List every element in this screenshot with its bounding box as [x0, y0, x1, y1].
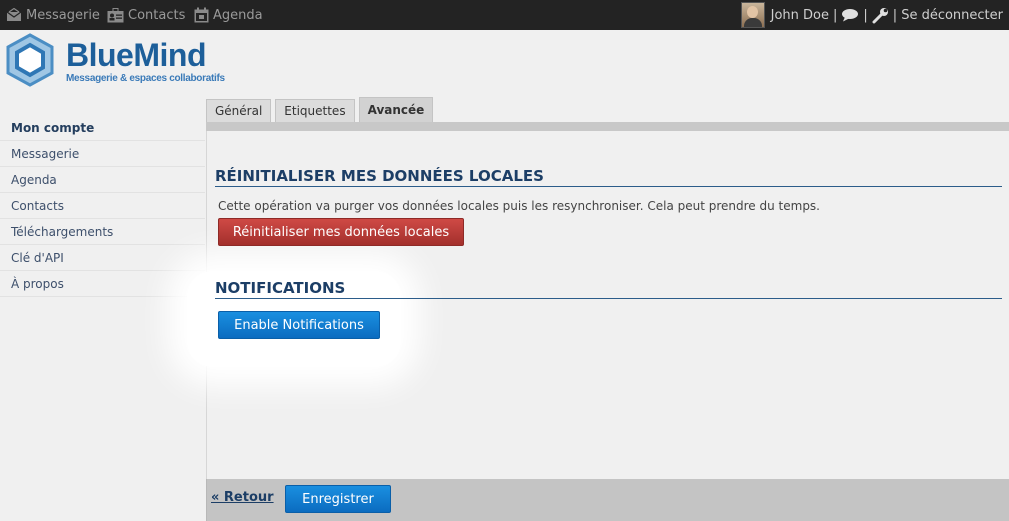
- sidebar-item-cle-api[interactable]: Clé d'API: [0, 246, 205, 271]
- sidebar-item-a-propos[interactable]: À propos: [0, 272, 205, 297]
- app-link-label: Messagerie: [26, 7, 100, 23]
- sidebar: Mon compte Messagerie Agenda Contacts Té…: [0, 116, 205, 298]
- logo-tagline: Messagerie & espaces collaboratifs: [66, 73, 225, 84]
- main-content: RÉINITIALISER MES DONNÉES LOCALES Cette …: [187, 131, 1009, 479]
- logo-name: BlueMind: [66, 37, 206, 73]
- bluemind-logo[interactable]: BlueMind Messagerie & espaces collaborat…: [4, 33, 225, 89]
- sidebar-item-contacts[interactable]: Contacts: [0, 194, 205, 219]
- contacts-icon: [107, 7, 124, 22]
- avatar[interactable]: [740, 2, 765, 28]
- hexagon-logo-icon: [6, 33, 54, 87]
- back-link[interactable]: « Retour: [211, 490, 274, 505]
- wrench-icon[interactable]: [872, 7, 889, 24]
- enable-notifications-button[interactable]: Enable Notifications: [218, 311, 380, 339]
- top-bar: Messagerie Contacts Agenda John Doe | | …: [0, 0, 1009, 30]
- app-link-messagerie[interactable]: Messagerie: [6, 0, 100, 30]
- section-title-notifications: NOTIFICATIONS: [215, 279, 1002, 299]
- separator: |: [863, 7, 868, 23]
- tab-etiquettes[interactable]: Etiquettes: [275, 99, 355, 122]
- footer-bar: « Retour Enregistrer: [206, 479, 1009, 521]
- mail-icon: [6, 8, 22, 21]
- separator: |: [892, 7, 898, 23]
- sidebar-item-messagerie[interactable]: Messagerie: [0, 142, 205, 167]
- user-area: John Doe | | | Se déconnecter: [740, 0, 1003, 30]
- tab-avancee[interactable]: Avancée: [358, 97, 434, 122]
- app-link-agenda[interactable]: Agenda: [194, 0, 263, 30]
- reset-local-data-button[interactable]: Réinitialiser mes données locales: [218, 218, 464, 246]
- sidebar-item-mon-compte[interactable]: Mon compte: [0, 116, 205, 141]
- calendar-icon: [194, 7, 209, 23]
- user-name[interactable]: John Doe: [771, 8, 829, 23]
- separator: |: [833, 7, 838, 23]
- section-title-reset: RÉINITIALISER MES DONNÉES LOCALES: [215, 167, 1002, 187]
- tab-content-strip: [206, 122, 1009, 131]
- logout-link[interactable]: Se déconnecter: [901, 8, 1003, 23]
- section-description-reset: Cette opération va purger vos données lo…: [218, 199, 820, 213]
- tab-general[interactable]: Général: [206, 99, 272, 122]
- tab-bar: Général Etiquettes Avancée: [206, 97, 437, 122]
- app-link-label: Contacts: [128, 7, 186, 23]
- save-button[interactable]: Enregistrer: [285, 485, 391, 513]
- sidebar-item-telechargements[interactable]: Téléchargements: [0, 220, 205, 245]
- app-link-label: Agenda: [213, 7, 263, 23]
- sidebar-item-agenda[interactable]: Agenda: [0, 168, 205, 193]
- app-link-contacts[interactable]: Contacts: [107, 0, 185, 30]
- chat-bubble-icon[interactable]: [841, 8, 859, 22]
